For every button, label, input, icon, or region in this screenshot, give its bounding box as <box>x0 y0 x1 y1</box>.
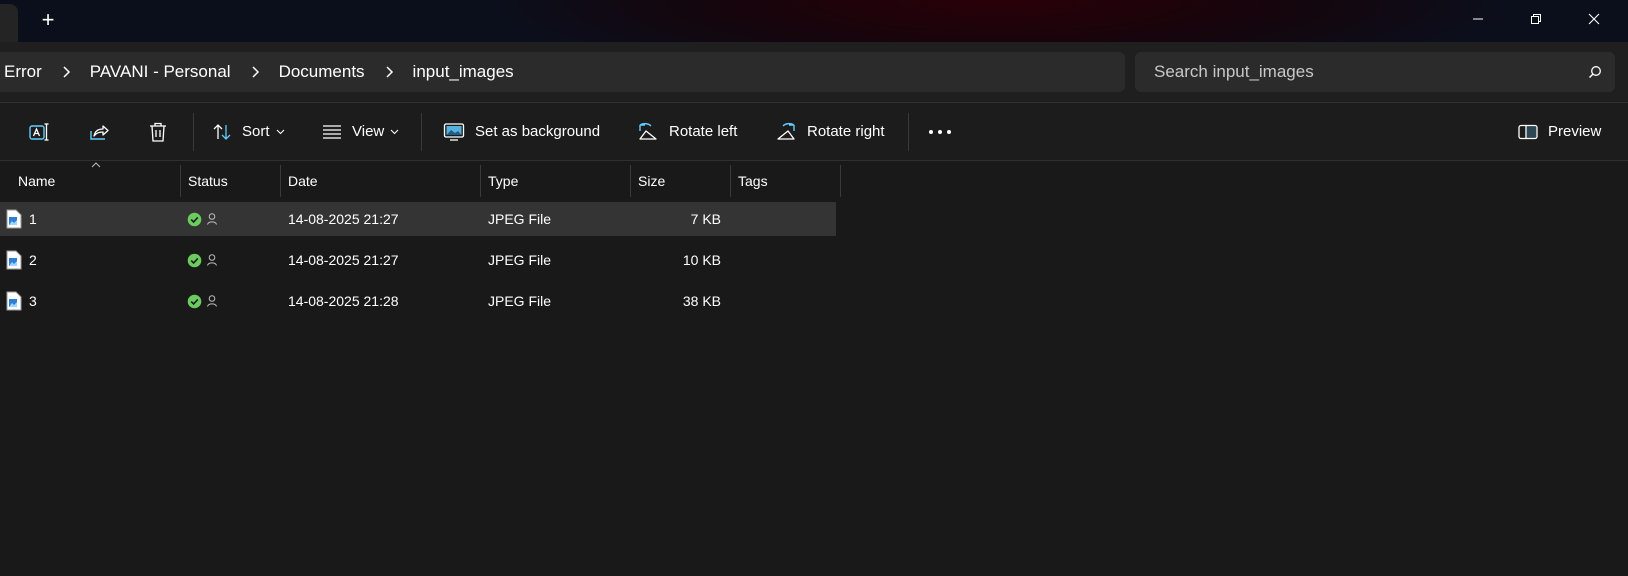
column-header-tags[interactable]: Tags <box>731 165 841 197</box>
column-header-size-label: Size <box>638 173 666 189</box>
column-header-tags-label: Tags <box>738 173 768 189</box>
chevron-right-icon[interactable] <box>369 65 409 79</box>
delete-icon <box>150 122 166 142</box>
rotate-left-label: Rotate left <box>669 123 738 140</box>
file-name: 3 <box>29 293 37 309</box>
rotate-right-label: Rotate right <box>807 123 885 140</box>
column-header-name-label: Name <box>18 173 56 189</box>
more-options-button[interactable] <box>928 103 952 160</box>
chevron-down-icon <box>276 129 284 134</box>
sync-status-icon <box>187 243 202 277</box>
sync-status-icon <box>187 202 202 236</box>
minimize-icon <box>1473 18 1483 20</box>
column-header-date-label: Date <box>288 173 318 189</box>
column-header-type[interactable]: Type <box>481 165 631 197</box>
file-date: 14-08-2025 21:28 <box>288 293 399 309</box>
file-size: 10 KB <box>682 252 721 268</box>
sort-label: Sort <box>242 123 270 140</box>
restore-button[interactable] <box>1508 0 1564 38</box>
view-button[interactable]: View <box>322 103 399 160</box>
chevron-right-icon[interactable] <box>46 65 86 79</box>
rotate-right-icon <box>777 122 795 140</box>
sort-button[interactable]: Sort <box>212 103 285 160</box>
set-as-background-button[interactable]: Set as background <box>443 103 600 160</box>
file-name: 1 <box>29 211 37 227</box>
image-file-icon <box>6 202 22 236</box>
new-tab-button[interactable]: + <box>36 8 60 32</box>
file-name: 2 <box>29 252 37 268</box>
preview-pane-button[interactable]: Preview <box>1518 103 1601 160</box>
breadcrumb[interactable]: Error PAVANI - Personal Documents input_… <box>0 52 1125 92</box>
table-row[interactable]: 2 14-08-2025 21:27 JPEG File 10 KB <box>0 243 836 277</box>
column-header-size[interactable]: Size <box>631 165 731 197</box>
column-header-name[interactable]: Name <box>11 165 181 197</box>
rotate-left-button[interactable]: Rotate left <box>637 103 737 160</box>
column-header-status[interactable]: Status <box>181 165 281 197</box>
search-icon[interactable] <box>1575 65 1615 79</box>
view-icon <box>323 124 341 139</box>
address-bar: Error PAVANI - Personal Documents input_… <box>0 42 1628 102</box>
rotate-left-icon <box>639 122 657 140</box>
set-background-icon <box>443 122 465 141</box>
person-icon <box>206 202 218 236</box>
file-type: JPEG File <box>488 252 552 268</box>
file-type: JPEG File <box>488 293 552 309</box>
file-size: 38 KB <box>682 293 721 309</box>
rotate-right-button[interactable]: Rotate right <box>775 103 885 160</box>
sort-icon <box>213 123 231 140</box>
file-date: 14-08-2025 21:27 <box>288 252 399 268</box>
breadcrumb-item-pavani-personal[interactable]: PAVANI - Personal <box>86 62 235 82</box>
person-icon <box>206 284 218 318</box>
rename-button[interactable] <box>28 103 50 160</box>
minimize-button[interactable] <box>1450 0 1506 38</box>
delete-button[interactable] <box>148 103 168 160</box>
set-as-background-label: Set as background <box>475 123 601 140</box>
rename-icon <box>29 122 49 141</box>
share-icon <box>90 124 109 140</box>
search-box[interactable]: Search input_images <box>1135 52 1615 92</box>
preview-pane-icon <box>1518 124 1538 139</box>
toolbar-divider <box>421 113 422 151</box>
sync-status-icon <box>187 284 202 318</box>
column-header-status-label: Status <box>188 173 228 189</box>
person-icon <box>206 243 218 277</box>
active-tab-edge[interactable] <box>0 4 18 42</box>
search-input[interactable]: Search input_images <box>1154 62 1575 82</box>
image-file-icon <box>6 243 22 277</box>
title-bar: + <box>0 0 1628 42</box>
breadcrumb-item-documents[interactable]: Documents <box>275 62 369 82</box>
restore-icon <box>1531 14 1541 24</box>
file-size: 7 KB <box>690 211 721 227</box>
view-label: View <box>352 123 385 140</box>
table-row[interactable]: 1 14-08-2025 21:27 JPEG File 7 KB <box>0 202 836 236</box>
table-row[interactable]: 3 14-08-2025 21:28 JPEG File 38 KB <box>0 284 836 318</box>
column-header-type-label: Type <box>488 173 519 189</box>
image-file-icon <box>6 284 22 318</box>
breadcrumb-item-error[interactable]: Error <box>0 62 46 82</box>
preview-label: Preview <box>1548 123 1602 140</box>
command-bar: Sort View Set as background Rotate left … <box>0 102 1628 161</box>
toolbar-divider <box>908 113 909 151</box>
close-button[interactable] <box>1566 0 1622 38</box>
more-icon <box>929 129 951 134</box>
chevron-right-icon[interactable] <box>235 65 275 79</box>
toolbar-divider <box>193 113 194 151</box>
share-button[interactable] <box>88 103 110 160</box>
file-date: 14-08-2025 21:27 <box>288 211 399 227</box>
file-type: JPEG File <box>488 211 552 227</box>
breadcrumb-item-input-images[interactable]: input_images <box>409 62 518 82</box>
chevron-down-icon <box>390 129 399 134</box>
column-header-row: Name Status Date Type Size Tags <box>0 161 842 201</box>
close-icon <box>1588 13 1600 25</box>
column-header-date[interactable]: Date <box>281 165 481 197</box>
